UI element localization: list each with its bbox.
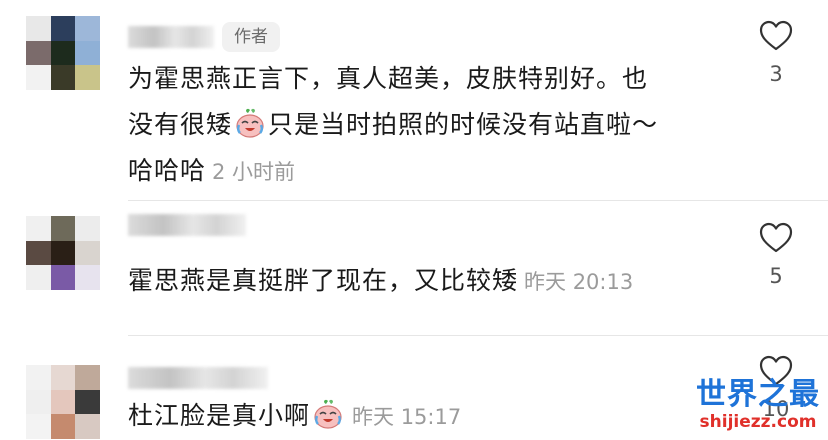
crying-laughing-face-emoji [236, 108, 264, 138]
comment-text: 杜江脸是真小啊 昨天 15:17 [128, 393, 461, 440]
like-count: 3 [769, 62, 783, 86]
comment-item: 霍思燕是真挺胖了现在，又比较矮 昨天 20:13 5 [0, 200, 828, 335]
author-name-blurred[interactable] [128, 26, 214, 48]
avatar[interactable] [26, 365, 100, 439]
like-button[interactable]: 5 [756, 222, 796, 288]
avatar[interactable] [26, 16, 100, 90]
watermark-title: 世界之最 [696, 377, 820, 412]
watermark-url: shijiezz.com [699, 412, 817, 432]
avatar[interactable] [26, 216, 100, 290]
comment-text-line: 没有很矮 只是当时拍照的时候没有站直啦～ [128, 102, 658, 148]
comment-text-segment: 没有很矮 [128, 110, 233, 139]
comment-text: 为霍思燕正言下，真人超美，皮肤特别好。也 没有很矮 只是当时拍照的时候没有站直啦… [128, 56, 658, 195]
author-badge: 作者 [222, 22, 280, 52]
like-count: 5 [769, 264, 783, 288]
heart-icon [759, 20, 793, 51]
comment-time: 昨天 15:17 [352, 405, 462, 429]
comment-time: 2 小时前 [212, 160, 296, 184]
comment-text-segment: 哈哈哈 [128, 156, 207, 185]
comment-text-line: 杜江脸是真小啊 [128, 401, 311, 430]
like-button[interactable]: 3 [756, 20, 796, 86]
comment-text-line: 哈哈哈 2 小时前 [128, 148, 658, 195]
crying-laughing-face-emoji [314, 399, 342, 429]
author-name-blurred[interactable] [128, 367, 268, 389]
comment-time: 昨天 20:13 [524, 270, 634, 294]
site-watermark: 世界之最 shijiezz.com [696, 377, 820, 433]
comment-item: 作者 为霍思燕正言下，真人超美，皮肤特别好。也 没有很矮 只是当时拍照的时候没有… [0, 0, 828, 200]
heart-icon [759, 222, 793, 253]
comment-text-line: 为霍思燕正言下，真人超美，皮肤特别好。也 [128, 64, 649, 93]
author-name-blurred[interactable] [128, 214, 246, 236]
comment-text: 霍思燕是真挺胖了现在，又比较矮 昨天 20:13 [128, 258, 633, 305]
comment-text-segment: 只是当时拍照的时候没有站直啦～ [268, 110, 659, 139]
comment-text-line: 霍思燕是真挺胖了现在，又比较矮 [128, 266, 519, 295]
